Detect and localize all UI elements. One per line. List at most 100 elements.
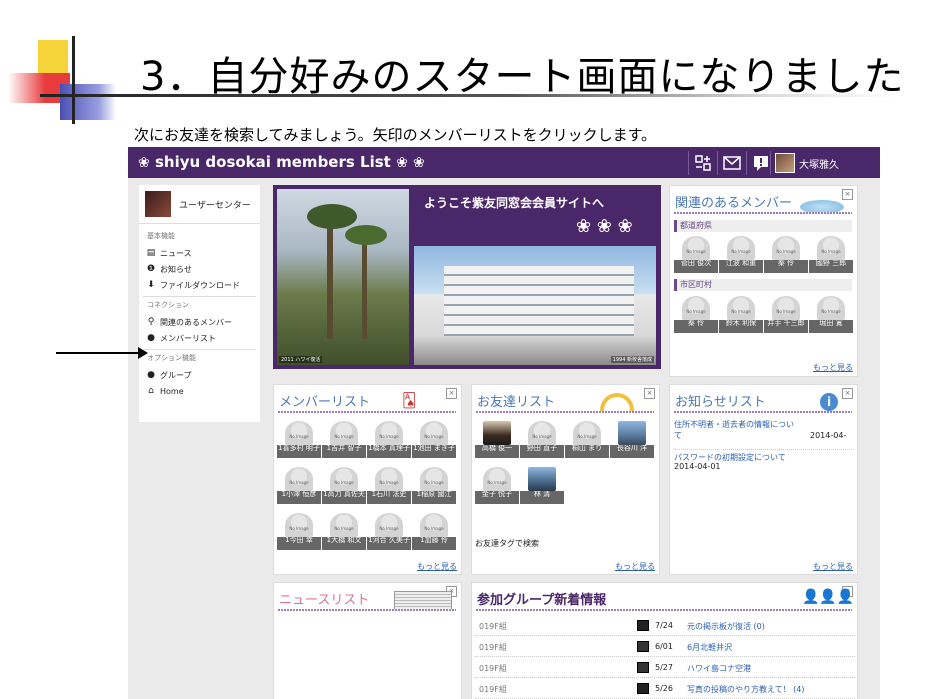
- person-icon: ●: [147, 333, 155, 343]
- avatar: [285, 467, 313, 491]
- friend-tag-search[interactable]: お友達タグで検索: [475, 538, 539, 549]
- member-card[interactable]: No Image 1池田 まき子: [412, 419, 456, 459]
- member-card[interactable]: 長谷川 洋: [610, 419, 654, 459]
- notice-item-title[interactable]: 住所不明者・逝去者の情報について: [674, 419, 794, 441]
- group-news-panel: 参加グループ新着情報 × 👤👤👤 019F組 7/24 元の掲示板が復活 (0) 01…: [471, 582, 858, 699]
- member-name: 金子 悦子: [475, 491, 519, 504]
- post-title[interactable]: 写真の投稿のやり方教えて！ (4): [687, 684, 804, 695]
- member-card[interactable]: No Image 1高力 真佐夫: [322, 465, 366, 505]
- avatar: [817, 236, 845, 260]
- more-link[interactable]: もっと見る: [813, 561, 853, 572]
- member-card[interactable]: No Image 1稲原 國江: [412, 465, 456, 505]
- post-title[interactable]: ハワイ島コナ空港: [687, 663, 751, 674]
- no-image-label: No Image: [424, 480, 444, 485]
- sidebar-item-downloads[interactable]: ⬇ ファイルダウンロード: [145, 277, 260, 293]
- close-icon[interactable]: ×: [842, 189, 853, 200]
- member-card[interactable]: No Image 鈴木 利保: [719, 294, 763, 334]
- member-card[interactable]: No Image 1今田 幸: [277, 511, 321, 551]
- banner-caption-left: 2011 ハワイ復活: [279, 356, 323, 363]
- toolbar-icons: [688, 151, 775, 175]
- member-card[interactable]: No Image 菅田 俊次: [674, 234, 718, 274]
- avatar: [775, 153, 795, 173]
- no-image-label: No Image: [686, 249, 706, 254]
- no-image-label: No Image: [289, 526, 309, 531]
- avatar: [330, 467, 358, 491]
- sidebar: ユーザーセンター 基本機能 ▤ ニュース ❶ お知らせ ⬇ ファイルダウンロード…: [139, 185, 260, 422]
- avatar: [772, 236, 800, 260]
- sidebar-item-groups[interactable]: ● グループ: [145, 367, 260, 383]
- banner-caption-right: 1994 新校舎落成: [610, 356, 654, 363]
- more-link[interactable]: もっと見る: [417, 561, 457, 572]
- comment-icon: [637, 683, 649, 694]
- more-link[interactable]: もっと見る: [615, 561, 655, 572]
- table-row[interactable]: 019F組 5/27 ハワイ島コナ空港: [475, 657, 855, 678]
- sidebar-item-member-list[interactable]: ● メンバーリスト: [145, 330, 260, 346]
- flower-icon: ❀: [138, 155, 150, 171]
- member-card[interactable]: No Image 野田 直子: [520, 419, 564, 459]
- member-card[interactable]: 林 清: [520, 465, 564, 505]
- member-name: 1小澤 恒彦: [277, 491, 321, 504]
- member-name: 1池田 まき子: [412, 445, 456, 458]
- member-card[interactable]: No Image 井手 千三郎: [764, 294, 808, 334]
- sidebar-item-label: 関連のあるメンバー: [160, 317, 232, 327]
- no-image-label: No Image: [731, 309, 751, 314]
- avatar: [330, 513, 358, 537]
- user-center-link[interactable]: ユーザーセンター: [139, 185, 260, 224]
- avatar: [420, 467, 448, 491]
- member-card[interactable]: No Image 1吉井 智子: [322, 419, 366, 459]
- member-card[interactable]: No Image 1喜多村 明子: [277, 419, 321, 459]
- sidebar-item-home[interactable]: ⌂ Home: [145, 383, 260, 399]
- member-card[interactable]: No Image 1橋本 真理子: [367, 419, 411, 459]
- sidebar-item-related-members[interactable]: ⚲ 関連のあるメンバー: [145, 314, 260, 330]
- table-row[interactable]: 019F組 6/01 6月北軽井沢: [475, 636, 855, 657]
- annotation-arrow: [56, 352, 142, 354]
- cards-icon: 🂡: [402, 393, 417, 409]
- panel-underline: [278, 609, 456, 611]
- grid-icon[interactable]: [688, 151, 717, 175]
- smile-icon: [600, 393, 634, 411]
- sidebar-item-news[interactable]: ▤ ニュース: [145, 245, 260, 261]
- close-icon[interactable]: ×: [644, 388, 655, 399]
- notice-item-title[interactable]: パスワードの初期設定について: [674, 449, 852, 463]
- close-icon[interactable]: ×: [842, 388, 853, 399]
- member-name: 1高力 真佐夫: [322, 491, 366, 504]
- info-icon: i: [820, 393, 838, 411]
- panel-underline: [278, 411, 456, 413]
- member-card[interactable]: No Image 1河合 久美子: [367, 511, 411, 551]
- brand-title[interactable]: ❀ shiyu dosokai members List ❀ ❀: [138, 153, 425, 171]
- member-card[interactable]: No Image 金子 悦子: [475, 465, 519, 505]
- close-icon[interactable]: ×: [446, 388, 457, 399]
- table-row[interactable]: 019F組 7/24 元の掲示板が復活 (0): [475, 615, 855, 636]
- mail-icon[interactable]: [717, 151, 746, 175]
- member-card[interactable]: No Image 桐山 まり: [565, 419, 609, 459]
- sidebar-item-notices[interactable]: ❶ お知らせ: [145, 261, 260, 277]
- user-menu[interactable]: 大塚雅久: [770, 151, 839, 175]
- avatar: [285, 513, 313, 537]
- member-card[interactable]: No Image 1小澤 恒彦: [277, 465, 321, 505]
- more-link[interactable]: もっと見る: [813, 362, 853, 373]
- no-image-label: No Image: [821, 249, 841, 254]
- divider: [143, 349, 256, 350]
- member-card[interactable]: No Image 秦 伶: [674, 294, 718, 334]
- post-date: 5/26: [655, 684, 673, 693]
- palm-tree-crown: [307, 204, 357, 229]
- user-center-label: ユーザーセンター: [179, 200, 251, 211]
- member-name: 國野 三郎: [809, 260, 853, 273]
- no-image-label: No Image: [776, 249, 796, 254]
- avatar: [375, 467, 403, 491]
- member-card[interactable]: No Image 秦 伶: [764, 234, 808, 274]
- no-image-label: No Image: [424, 434, 444, 439]
- member-card[interactable]: 高橋 俊一: [475, 419, 519, 459]
- post-title[interactable]: 6月北軽井沢: [687, 642, 732, 653]
- no-image-label: No Image: [379, 434, 399, 439]
- member-card[interactable]: No Image 1加藤 伶: [412, 511, 456, 551]
- member-card[interactable]: No Image 1石川 法史: [367, 465, 411, 505]
- member-card[interactable]: No Image 國野 三郎: [809, 234, 853, 274]
- member-name: 1大橋 和文: [322, 537, 366, 550]
- table-row[interactable]: 019F組 5/26 写真の投稿のやり方教えて！ (4): [475, 678, 855, 699]
- member-card[interactable]: No Image 堀田 寛: [809, 294, 853, 334]
- member-card[interactable]: No Image 江波 和重: [719, 234, 763, 274]
- palm-tree-crown: [345, 225, 387, 245]
- post-title[interactable]: 元の掲示板が復活 (0): [687, 621, 765, 632]
- member-card[interactable]: No Image 1大橋 和文: [322, 511, 366, 551]
